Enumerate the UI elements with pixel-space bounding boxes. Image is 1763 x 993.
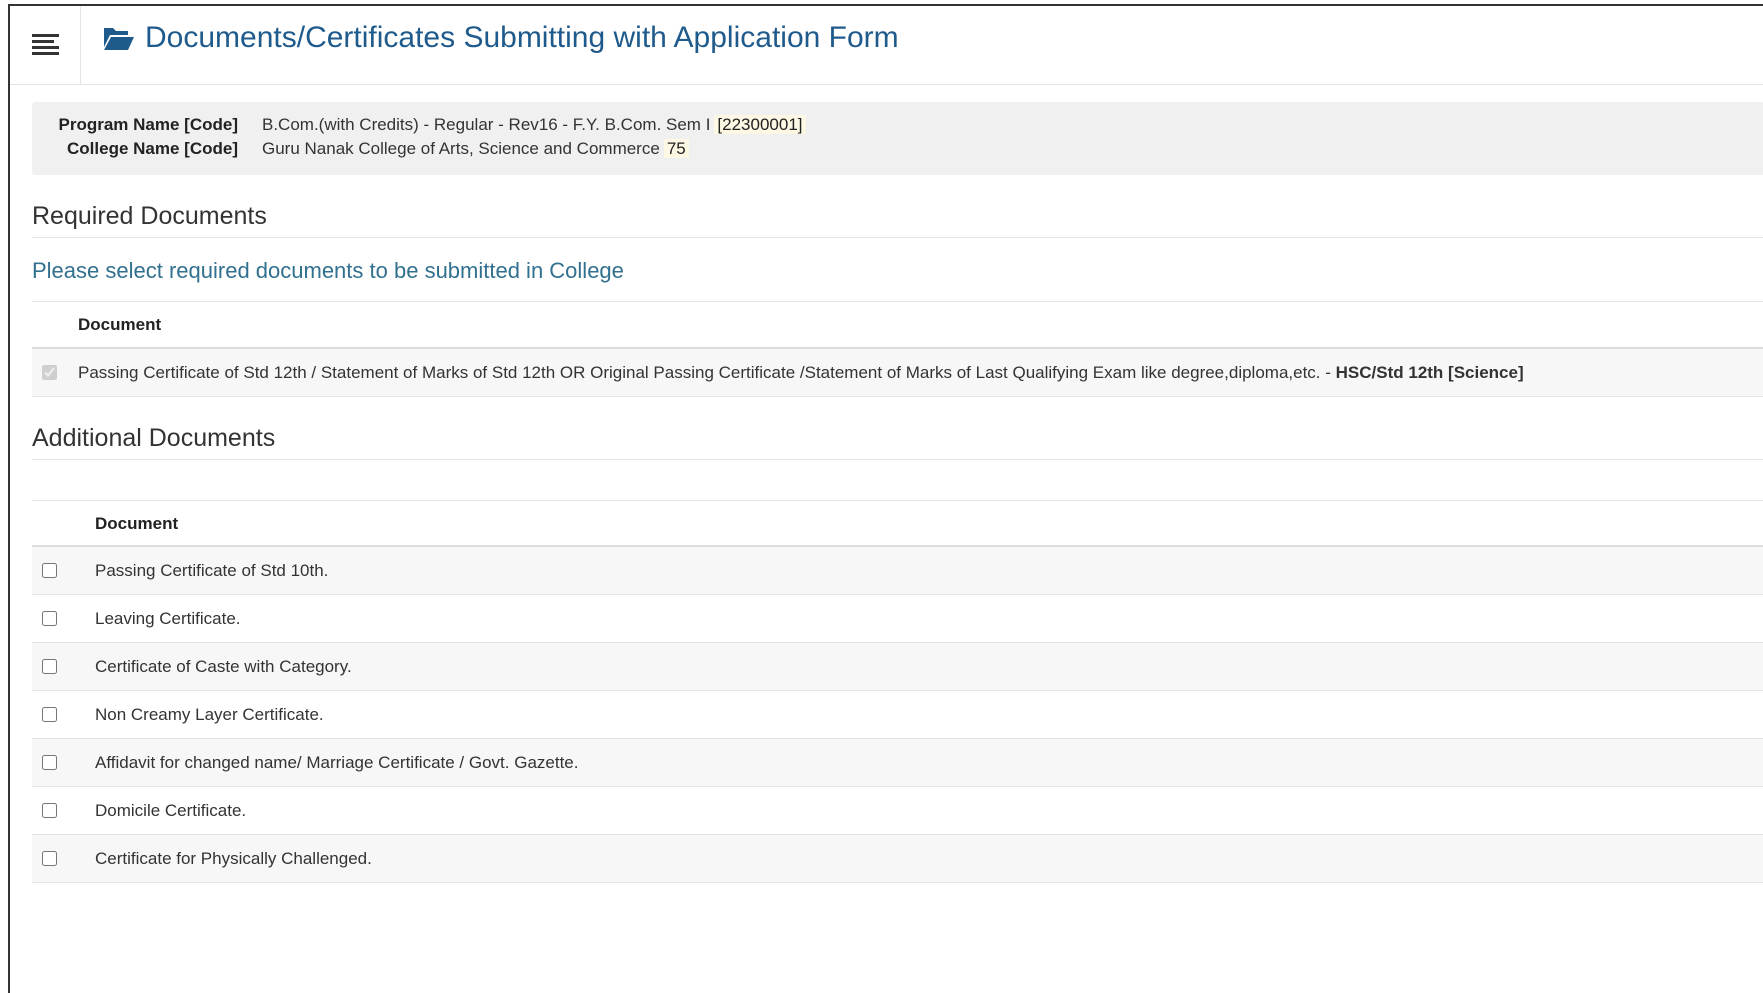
additional-document-text: Non Creamy Layer Certificate. [95,704,324,724]
sidebar-toggle-button[interactable] [10,6,81,84]
college-value: Guru Nanak College of Arts, Science and … [262,139,660,158]
additional-documents-heading: Additional Documents [32,424,1763,460]
page-title: Documents/Certificates Submitting with A… [103,21,899,55]
additional-document-column-header: Document [95,514,179,533]
additional-document-checkbox[interactable] [42,755,57,770]
additional-document-row[interactable]: Certificate of Caste with Category. [32,643,1763,691]
additional-table-header: Document [32,500,1763,547]
additional-document-checkbox[interactable] [42,563,57,578]
additional-document-checkbox[interactable] [42,851,57,866]
additional-document-row[interactable]: Certificate for Physically Challenged. [32,835,1763,883]
required-document-column-header: Document [78,315,162,334]
required-table-header: Document [32,301,1763,349]
required-documents-heading: Required Documents [32,202,1763,238]
program-value-wrap: B.Com.(with Credits) - Regular - Rev16 -… [262,113,806,137]
additional-document-text: Leaving Certificate. [95,608,241,628]
program-info-box: Program Name [Code] B.Com.(with Credits)… [32,102,1763,175]
additional-document-row[interactable]: Passing Certificate of Std 10th. [32,547,1763,595]
college-label: College Name [Code] [67,139,238,158]
main-frame: Documents/Certificates Submitting with A… [8,4,1763,993]
additional-document-checkbox[interactable] [42,707,57,722]
page-title-text: Documents/Certificates Submitting with A… [145,21,899,54]
folder-open-icon [104,28,134,50]
additional-document-row[interactable]: Non Creamy Layer Certificate. [32,691,1763,739]
college-value-wrap: Guru Nanak College of Arts, Science and … [262,137,689,161]
additional-document-row[interactable]: Domicile Certificate. [32,787,1763,835]
additional-document-text: Certificate of Caste with Category. [95,656,352,676]
program-label: Program Name [Code] [58,115,238,134]
additional-document-text: Certificate for Physically Challenged. [95,848,372,868]
required-document-text: Passing Certificate of Std 12th / Statem… [78,363,1524,383]
hamburger-icon [31,34,59,55]
required-documents-subtitle: Please select required documents to be s… [32,258,624,283]
required-document-checkbox [42,365,57,380]
additional-document-checkbox[interactable] [42,803,57,818]
program-value: B.Com.(with Credits) - Regular - Rev16 -… [262,115,711,134]
additional-document-text: Passing Certificate of Std 10th. [95,560,329,580]
page-header: Documents/Certificates Submitting with A… [10,6,1763,85]
additional-document-checkbox[interactable] [42,611,57,626]
additional-document-row[interactable]: Affidavit for changed name/ Marriage Cer… [32,739,1763,787]
required-document-description: Passing Certificate of Std 12th / Statem… [78,362,1336,382]
program-code: [22300001] [714,115,806,134]
required-document-qualification: HSC/Std 12th [Science] [1335,362,1524,382]
additional-document-checkbox[interactable] [42,659,57,674]
required-document-row: Passing Certificate of Std 12th / Statem… [32,349,1763,397]
additional-document-text: Domicile Certificate. [95,800,247,820]
additional-document-row[interactable]: Leaving Certificate. [32,595,1763,643]
college-code: 75 [663,139,689,158]
additional-document-text: Affidavit for changed name/ Marriage Cer… [95,752,579,772]
